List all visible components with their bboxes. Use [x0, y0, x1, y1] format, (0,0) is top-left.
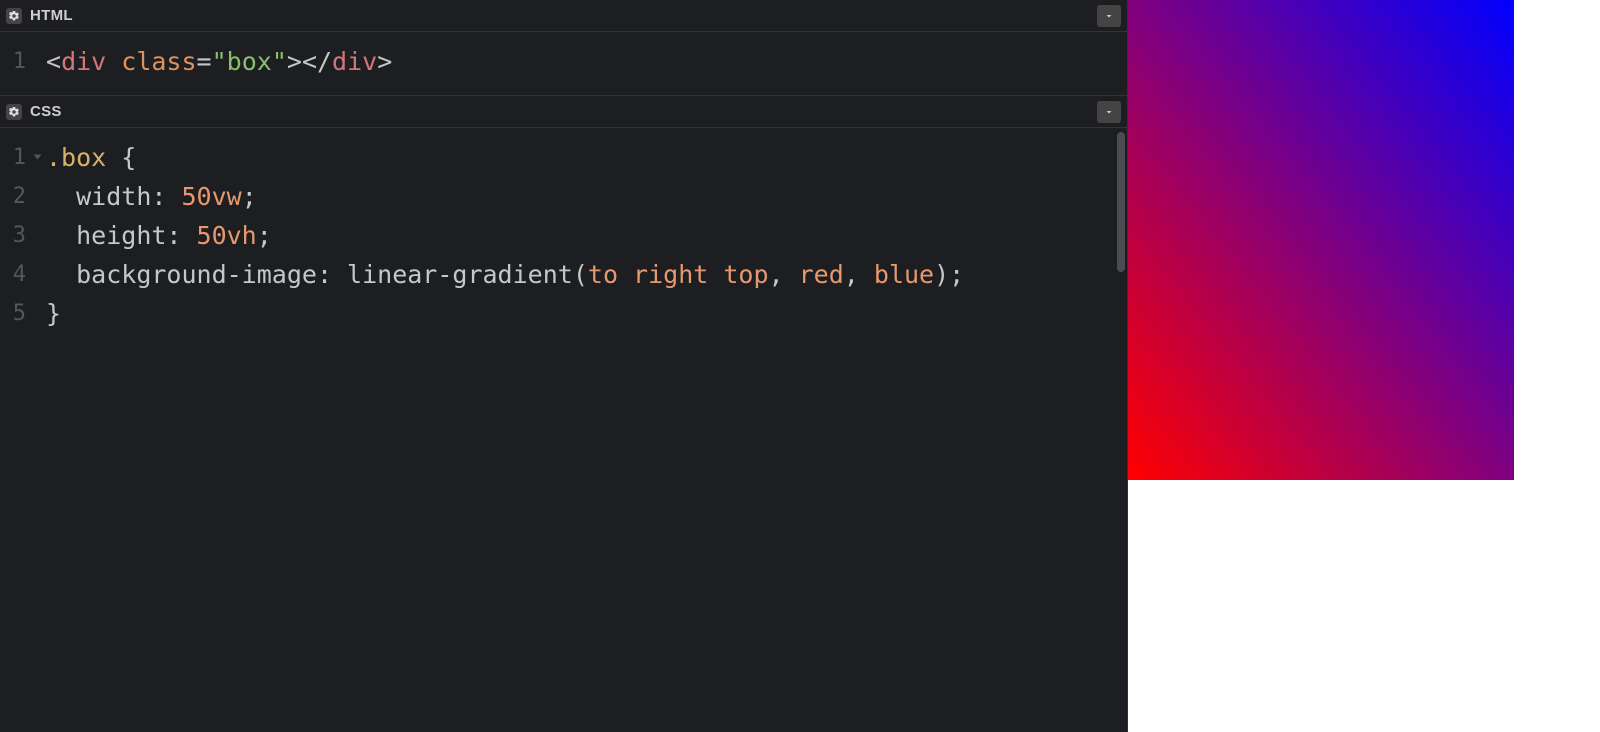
line-number: 2: [0, 177, 34, 216]
scrollbar-track[interactable]: [1115, 128, 1125, 732]
html-panel-title: HTML: [30, 7, 73, 24]
line-number: 1: [0, 42, 34, 81]
preview-pane: [1128, 0, 1600, 732]
line-number: 1: [0, 138, 34, 177]
html-gutter: 1: [0, 32, 34, 95]
scrollbar-thumb[interactable]: [1117, 132, 1125, 272]
chevron-down-icon[interactable]: [1097, 5, 1121, 27]
css-panel-title-wrap: CSS: [0, 103, 62, 120]
line-number: 5: [0, 294, 34, 333]
css-gutter: 12345: [0, 128, 34, 732]
css-code-area[interactable]: 12345 .box { width: 50vw; height: 50vh; …: [0, 128, 1127, 732]
css-panel-header: CSS: [0, 96, 1127, 128]
gear-icon[interactable]: [6, 104, 22, 120]
editor-column: HTML 1 <div class="box"></div> CSS 123: [0, 0, 1128, 732]
css-code[interactable]: .box { width: 50vw; height: 50vh; backgr…: [0, 128, 1127, 343]
html-panel: HTML 1 <div class="box"></div>: [0, 0, 1127, 96]
line-number: 4: [0, 255, 34, 294]
css-panel: CSS 12345 .box { width: 50vw; height: 50…: [0, 96, 1127, 732]
html-code[interactable]: <div class="box"></div>: [0, 32, 1127, 91]
line-number: 3: [0, 216, 34, 255]
chevron-down-icon[interactable]: [1097, 101, 1121, 123]
css-panel-title: CSS: [30, 103, 62, 120]
gear-icon[interactable]: [6, 8, 22, 24]
preview-gradient-box: [1128, 0, 1514, 480]
html-code-area[interactable]: 1 <div class="box"></div>: [0, 32, 1127, 96]
html-panel-header: HTML: [0, 0, 1127, 32]
html-panel-title-wrap: HTML: [0, 7, 73, 24]
